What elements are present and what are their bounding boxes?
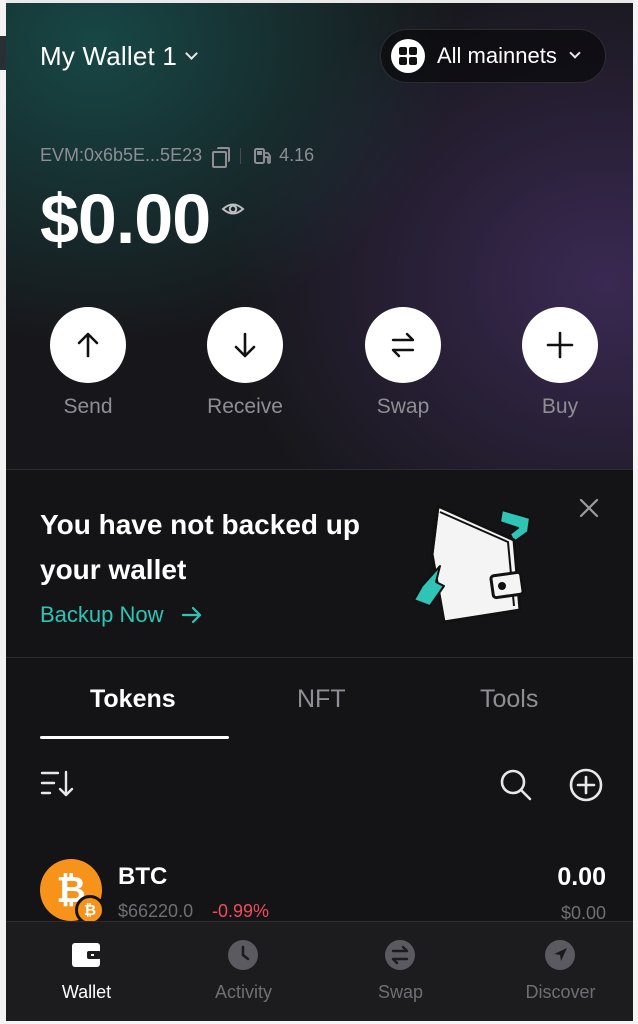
nav-discover[interactable]: Discover (482, 922, 633, 1021)
grid-icon (391, 39, 425, 73)
buy-label: Buy (541, 395, 579, 418)
active-tab-indicator (40, 736, 229, 739)
address-row: EVM:0x6b5E...5E23 4.16 (40, 145, 315, 168)
tab-tools[interactable]: Tools (480, 685, 538, 714)
backup-title: You have not backed up your wallet (40, 509, 360, 585)
swap-button[interactable] (365, 307, 441, 383)
swap-label: Swap (376, 395, 430, 418)
plus-icon (546, 331, 574, 359)
receive-label: Receive (207, 395, 283, 418)
token-change: -0.99% (212, 901, 270, 921)
copy-icon[interactable] (212, 147, 231, 168)
backup-now-label: Backup Now (40, 602, 164, 627)
account-header: My Wallet 1 All mainnets EVM:0x6b5E...5E… (6, 3, 633, 469)
wallet-name: My Wallet 1 (40, 41, 178, 71)
add-token-icon[interactable] (568, 767, 604, 803)
clock-icon (228, 940, 258, 970)
total-balance: $0.00 (40, 180, 211, 258)
tab-nft[interactable]: NFT (297, 685, 346, 714)
send-label: Send (63, 395, 113, 418)
chevron-down-icon (569, 47, 581, 59)
receive-action[interactable]: Receive (185, 307, 305, 419)
divider (240, 147, 242, 164)
network-label: All mainnets (437, 43, 557, 68)
wallet-app: My Wallet 1 All mainnets EVM:0x6b5E...5E… (6, 3, 633, 1021)
nav-swap-label: Swap (377, 982, 424, 1002)
sort-icon[interactable] (40, 769, 74, 799)
buy-action[interactable]: Buy (500, 307, 620, 419)
network-selector[interactable]: All mainnets (380, 29, 606, 83)
wallet-selector[interactable]: My Wallet 1 (40, 41, 198, 72)
arrow-right-icon (181, 606, 201, 624)
token-price: $66220.0 (118, 901, 194, 921)
backup-banner: You have not backed up your wallet Backu… (6, 470, 633, 657)
window-right-edge (633, 0, 638, 1024)
bottom-nav: Wallet Activity Swap Discover (6, 921, 633, 1021)
receive-button[interactable] (207, 307, 283, 383)
gas-value: 4.16 (279, 145, 315, 165)
close-icon[interactable] (577, 496, 601, 520)
wallet-address: EVM:0x6b5E...5E23 (40, 145, 203, 165)
wallet-icon (72, 943, 101, 967)
asset-tabs: Tokens NFT Tools (6, 667, 633, 747)
send-button[interactable] (50, 307, 126, 383)
compass-icon (545, 940, 575, 970)
nav-discover-label: Discover (525, 982, 596, 1002)
token-symbol: BTC (118, 863, 168, 890)
swap-icon (385, 940, 415, 970)
gas-pump-icon (254, 147, 272, 164)
nav-activity[interactable]: Activity (165, 922, 322, 1021)
wallet-illustration-icon (413, 504, 531, 624)
nav-wallet-label: Wallet (61, 982, 112, 1002)
nav-activity-label: Activity (214, 982, 272, 1002)
search-icon[interactable] (499, 768, 533, 802)
divider (6, 657, 633, 658)
send-action[interactable]: Send (28, 307, 148, 419)
swap-action[interactable]: Swap (343, 307, 463, 419)
token-amount: 0.00 (557, 863, 606, 891)
buy-button[interactable] (522, 307, 598, 383)
arrow-up-icon (77, 332, 99, 358)
arrow-down-icon (234, 332, 256, 358)
nav-swap[interactable]: Swap (322, 922, 479, 1021)
eye-icon[interactable] (221, 199, 245, 219)
token-row-btc[interactable]: ₿ ₿ BTC $66220.0 -0.99% 0.00 $0.00 (6, 851, 633, 925)
nav-wallet[interactable]: Wallet (8, 922, 165, 1021)
chevron-down-icon (185, 47, 198, 60)
swap-icon (391, 332, 415, 358)
tab-tokens[interactable]: Tokens (90, 685, 176, 714)
backup-now-link[interactable]: Backup Now (40, 602, 202, 628)
